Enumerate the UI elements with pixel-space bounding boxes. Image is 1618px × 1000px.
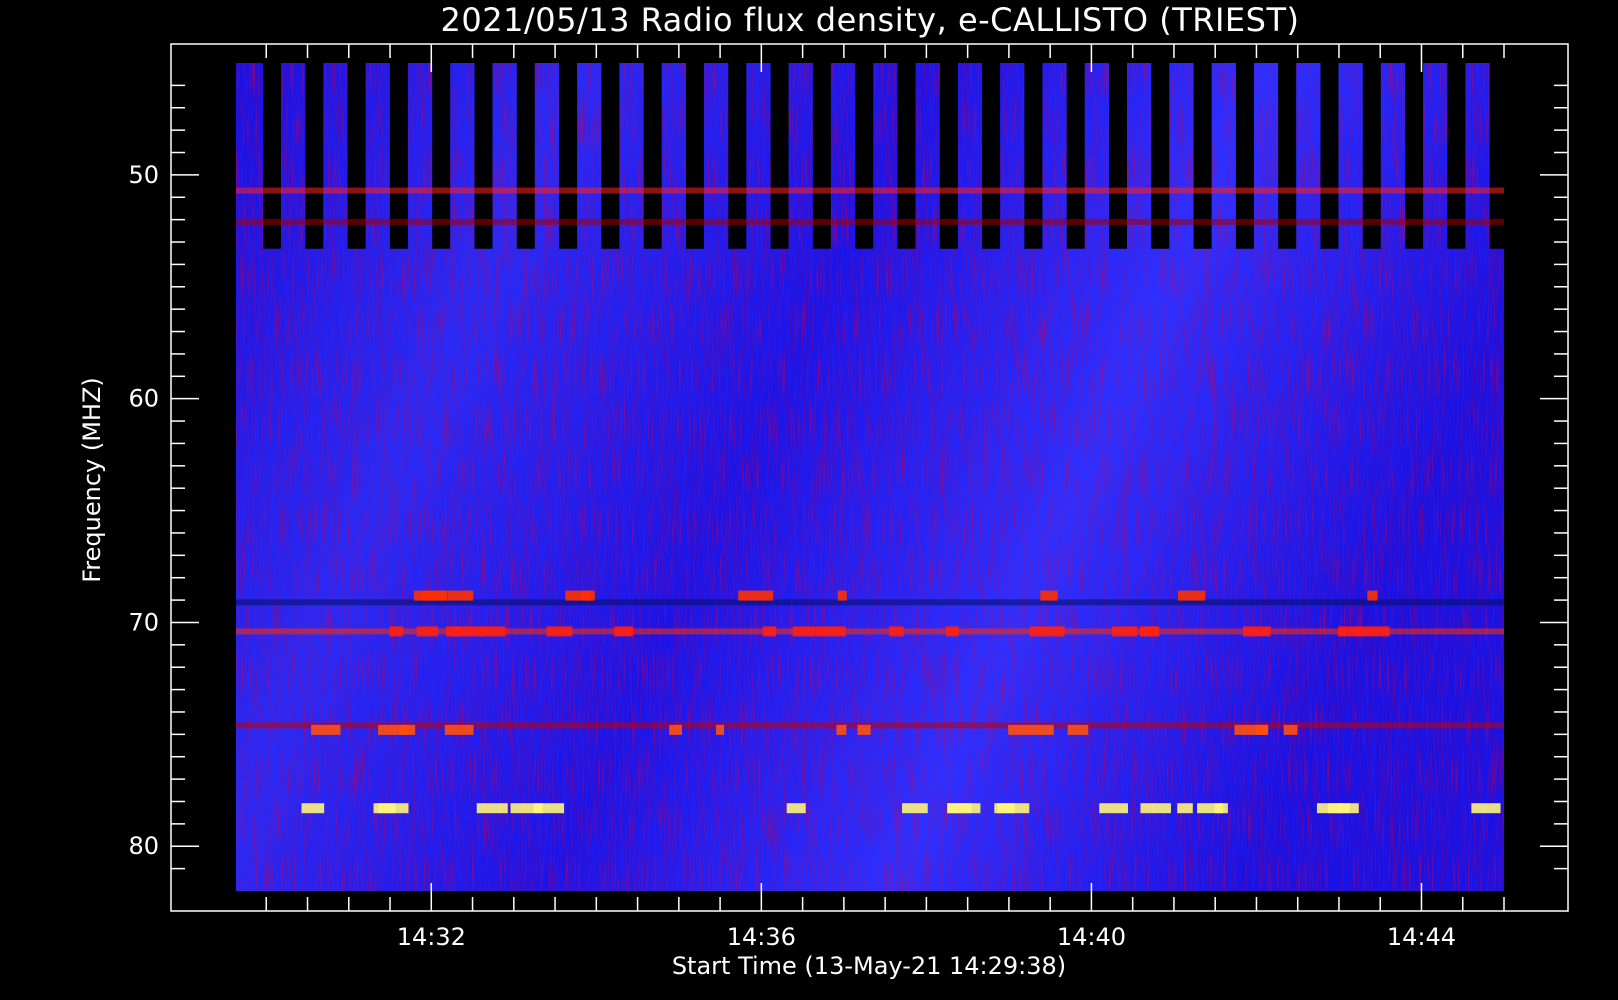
x-tick-label: 14:44 bbox=[1387, 923, 1456, 951]
y-axis-label: Frequency (MHZ) bbox=[78, 377, 106, 583]
radio-burst bbox=[444, 724, 474, 735]
radio-burst bbox=[1008, 724, 1040, 735]
radio-burst bbox=[1316, 803, 1351, 814]
radio-burst bbox=[1152, 803, 1171, 814]
radio-burst bbox=[1355, 626, 1390, 637]
y-tick-label: 70 bbox=[128, 608, 159, 636]
x-tick-label: 14:32 bbox=[397, 923, 466, 951]
radio-burst bbox=[716, 724, 725, 735]
y-tick-label: 60 bbox=[128, 385, 159, 413]
radio-burst bbox=[1243, 626, 1271, 637]
radio-burst bbox=[1471, 803, 1501, 814]
radio-burst bbox=[1177, 590, 1206, 601]
radio-burst bbox=[476, 803, 508, 814]
radio-burst bbox=[446, 626, 461, 637]
radio-burst bbox=[762, 626, 777, 637]
radio-burst bbox=[1099, 803, 1128, 814]
radio-burst bbox=[947, 803, 972, 814]
radio-burst bbox=[546, 626, 573, 637]
radio-burst bbox=[1177, 803, 1193, 814]
radio-burst bbox=[738, 590, 774, 601]
interference-line bbox=[236, 218, 1504, 225]
x-tick-label: 14:36 bbox=[727, 923, 796, 951]
chart-title: 2021/05/13 Radio flux density, e-CALLIST… bbox=[441, 1, 1300, 39]
radio-burst bbox=[1234, 724, 1269, 735]
radio-burst bbox=[421, 590, 446, 601]
radio-burst bbox=[480, 626, 506, 637]
x-tick-label: 14:40 bbox=[1057, 923, 1126, 951]
spectrogram-image bbox=[236, 63, 1504, 891]
radio-burst bbox=[565, 590, 595, 601]
radio-burst bbox=[1140, 803, 1154, 814]
radio-burst bbox=[1214, 803, 1224, 814]
radio-burst bbox=[815, 626, 846, 637]
radio-burst bbox=[416, 626, 439, 637]
radio-burst bbox=[1112, 626, 1138, 637]
radio-burst bbox=[614, 626, 634, 637]
radio-burst bbox=[902, 803, 928, 814]
radio-burst bbox=[1067, 724, 1089, 735]
radio-burst bbox=[1338, 626, 1358, 637]
spectrogram-chart: 2021/05/13 Radio flux density, e-CALLIST… bbox=[78, 1, 1569, 980]
radio-burst bbox=[399, 724, 416, 735]
radio-burst bbox=[837, 590, 847, 601]
radio-burst bbox=[389, 626, 404, 637]
y-tick-label: 50 bbox=[128, 161, 159, 189]
radio-burst bbox=[1040, 590, 1058, 601]
radio-burst bbox=[301, 803, 325, 814]
radio-burst bbox=[311, 724, 341, 735]
radio-burst bbox=[836, 724, 847, 735]
radio-burst bbox=[447, 590, 474, 601]
radio-burst bbox=[1367, 590, 1378, 601]
radio-burst bbox=[786, 803, 806, 814]
radio-burst bbox=[1048, 626, 1065, 637]
radio-burst bbox=[945, 626, 959, 637]
y-tick-label: 80 bbox=[128, 832, 159, 860]
radio-burst bbox=[792, 626, 816, 637]
radio-burst bbox=[669, 724, 682, 735]
x-axis-label: Start Time (13-May-21 14:29:38) bbox=[672, 952, 1066, 980]
radio-burst bbox=[889, 626, 904, 637]
radio-burst bbox=[994, 803, 1030, 814]
radio-burst bbox=[1197, 803, 1228, 814]
radio-burst bbox=[1029, 626, 1049, 637]
radio-burst bbox=[533, 803, 565, 814]
radio-burst bbox=[1038, 724, 1054, 735]
radio-burst bbox=[857, 724, 871, 735]
radio-burst bbox=[1140, 626, 1160, 637]
radio-burst bbox=[373, 803, 409, 814]
interference-line bbox=[236, 187, 1504, 194]
radio-burst bbox=[1283, 724, 1298, 735]
